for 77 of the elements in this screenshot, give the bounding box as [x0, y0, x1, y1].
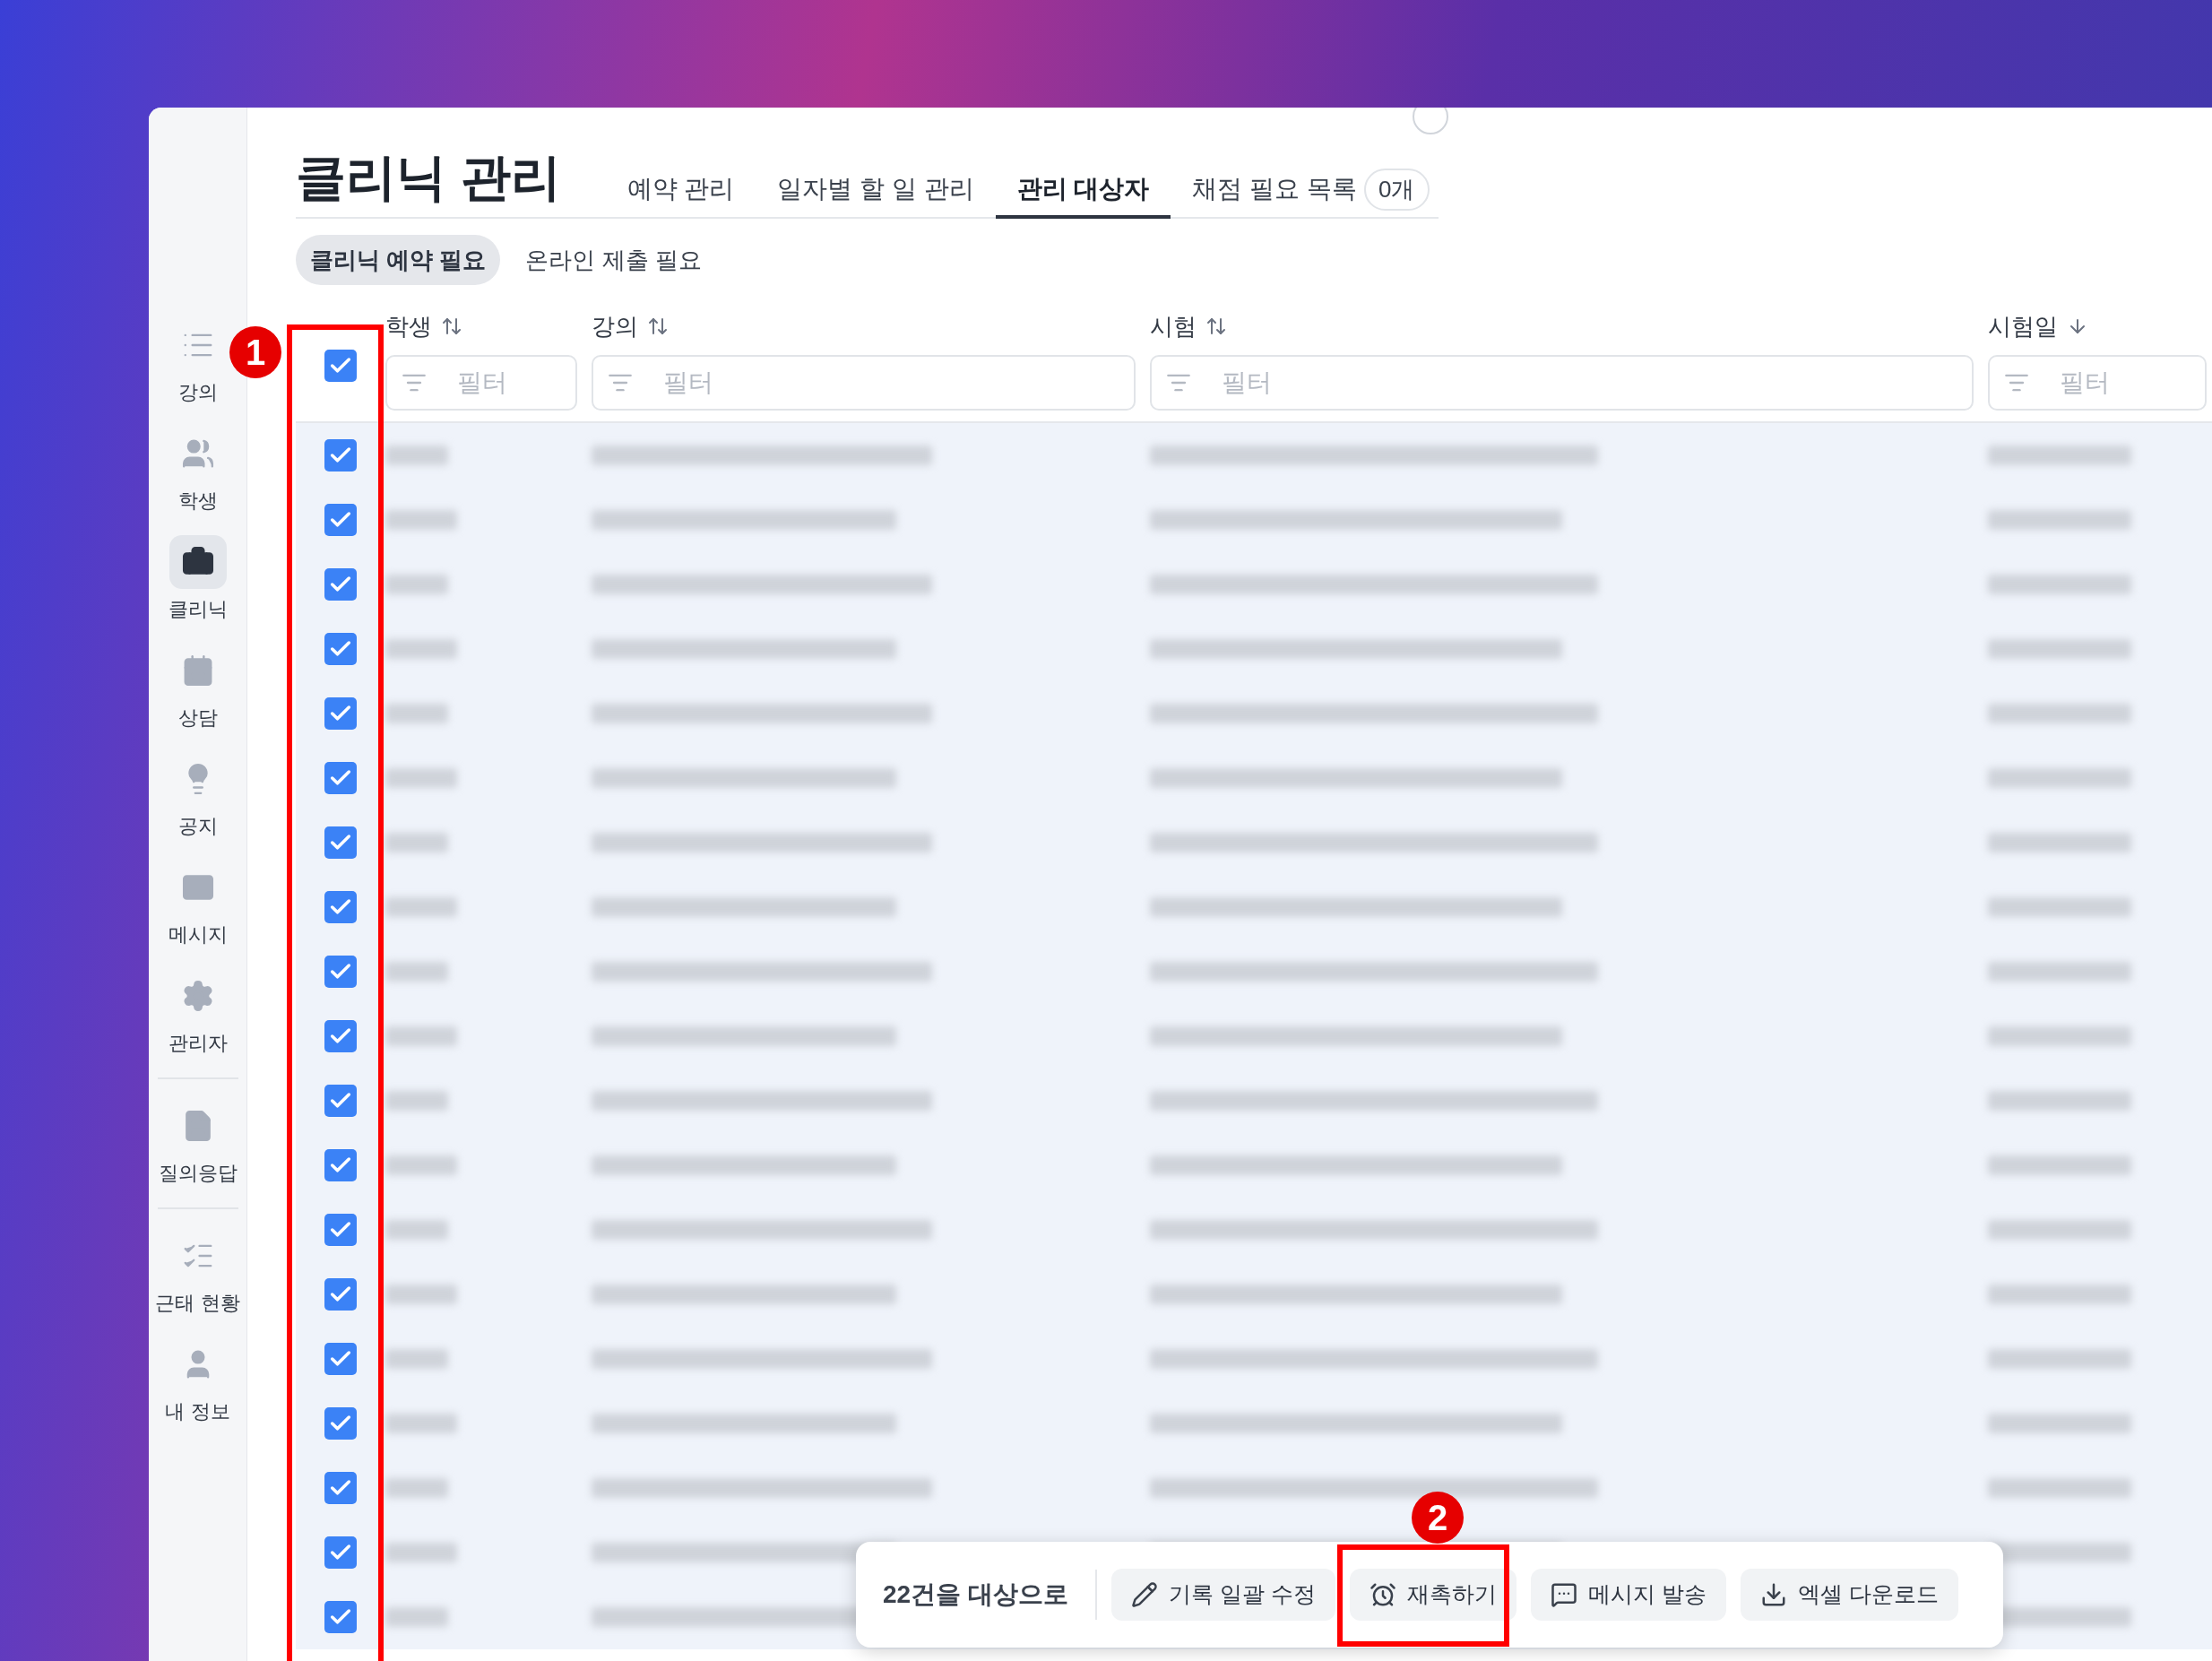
page-title: 클리닉 관리: [296, 152, 561, 207]
sidebar-item[interactable]: 학생: [168, 427, 227, 515]
checkbox[interactable]: [324, 697, 357, 730]
blurred-text: [385, 575, 448, 594]
tab[interactable]: 채점 필요 목록 0개: [1171, 163, 1451, 219]
checkbox[interactable]: [324, 1149, 357, 1181]
tab[interactable]: 예약 관리: [605, 163, 756, 219]
count-badge: 0개: [1364, 168, 1430, 211]
sidebar-label: 질의응답: [158, 1161, 238, 1186]
pencil-icon: [1130, 1581, 1158, 1608]
checkbox[interactable]: [324, 568, 357, 601]
tab[interactable]: 일자별 할 일 관리: [756, 163, 996, 219]
sidebar-label: 공지: [177, 814, 218, 839]
checkbox[interactable]: [324, 1601, 357, 1633]
filter-field[interactable]: 필터: [592, 355, 1136, 411]
filter-chip[interactable]: 온라인 제출 필요: [511, 235, 716, 285]
checkbox[interactable]: [324, 1085, 357, 1117]
blurred-text: [385, 1478, 448, 1498]
selection-summary: 22건을 대상으로: [883, 1570, 1097, 1620]
checkbox[interactable]: [324, 956, 357, 988]
blurred-text: [385, 1220, 448, 1240]
checkbox[interactable]: [324, 891, 357, 923]
sidebar-label: 관리자: [168, 1031, 228, 1056]
blurred-text: [385, 1091, 448, 1111]
checkbox[interactable]: [324, 1343, 357, 1375]
sort-icon[interactable]: [1205, 316, 1227, 337]
checkbox[interactable]: [324, 1020, 357, 1052]
checkbox[interactable]: [324, 1536, 357, 1569]
blurred-text: [385, 704, 448, 723]
filter-field[interactable]: 필터: [1988, 355, 2207, 411]
blurred-text: [385, 833, 448, 852]
action-button[interactable]: 엑셀 다운로드: [1740, 1569, 1958, 1621]
sidebar-label: 학생: [177, 489, 218, 514]
filter-field[interactable]: 필터: [1150, 355, 1974, 411]
sidebar-item[interactable]: 메시지: [168, 861, 228, 949]
sidebar-item[interactable]: 강의: [168, 318, 227, 407]
checkbox[interactable]: [324, 439, 357, 471]
sidebar-item[interactable]: 근태 현황: [155, 1229, 240, 1318]
sidebar-label: 내 정보: [165, 1399, 230, 1424]
sidebar-label: 상담: [177, 705, 218, 731]
checkbox[interactable]: [324, 1407, 357, 1440]
checkbox[interactable]: [324, 762, 357, 794]
column-header: 학생: [385, 311, 432, 342]
sidebar-item[interactable]: 상담: [168, 644, 227, 732]
checkbox[interactable]: [324, 1214, 357, 1246]
checkbox[interactable]: [324, 504, 357, 536]
blurred-text: [385, 1607, 448, 1627]
checkbox[interactable]: [324, 633, 357, 665]
sidebar-item[interactable]: 공지: [168, 752, 227, 841]
checkbox[interactable]: [324, 1278, 357, 1311]
blurred-text: [385, 1349, 448, 1369]
sidebar-item[interactable]: 관리자: [168, 969, 228, 1058]
sidebar-label: 메시지: [168, 922, 228, 947]
blurred-text: [385, 446, 448, 465]
sidebar-item[interactable]: 질의응답: [158, 1099, 238, 1188]
action-button[interactable]: 기록 일괄 수정: [1110, 1569, 1335, 1621]
sort-icon[interactable]: [647, 316, 669, 337]
checkbox[interactable]: [324, 350, 357, 382]
alarm-clock-icon: [1369, 1581, 1396, 1608]
column-header: 강의: [592, 311, 638, 342]
filter-field[interactable]: 필터: [385, 355, 577, 411]
column-header: 시험: [1150, 311, 1197, 342]
sidebar-item[interactable]: 내 정보: [165, 1337, 230, 1426]
filter-chip[interactable]: 클리닉 예약 필요: [296, 235, 501, 285]
sort-icon[interactable]: [441, 316, 462, 337]
checkbox[interactable]: [324, 1472, 357, 1504]
tab[interactable]: 관리 대상자: [995, 163, 1171, 219]
action-button[interactable]: 재촉하기: [1349, 1569, 1516, 1621]
toggle-handle[interactable]: [1413, 108, 1448, 134]
blurred-text: [385, 962, 448, 982]
checkbox[interactable]: [324, 826, 357, 859]
sidebar-label: 근태 현황: [155, 1291, 240, 1316]
chat-bubble-icon: [1550, 1581, 1577, 1608]
sidebar-label: 클리닉: [168, 597, 228, 622]
column-header: 시험일: [1988, 311, 2058, 342]
sidebar-label: 강의: [177, 380, 218, 405]
action-button[interactable]: 메시지 발송: [1530, 1569, 1726, 1621]
